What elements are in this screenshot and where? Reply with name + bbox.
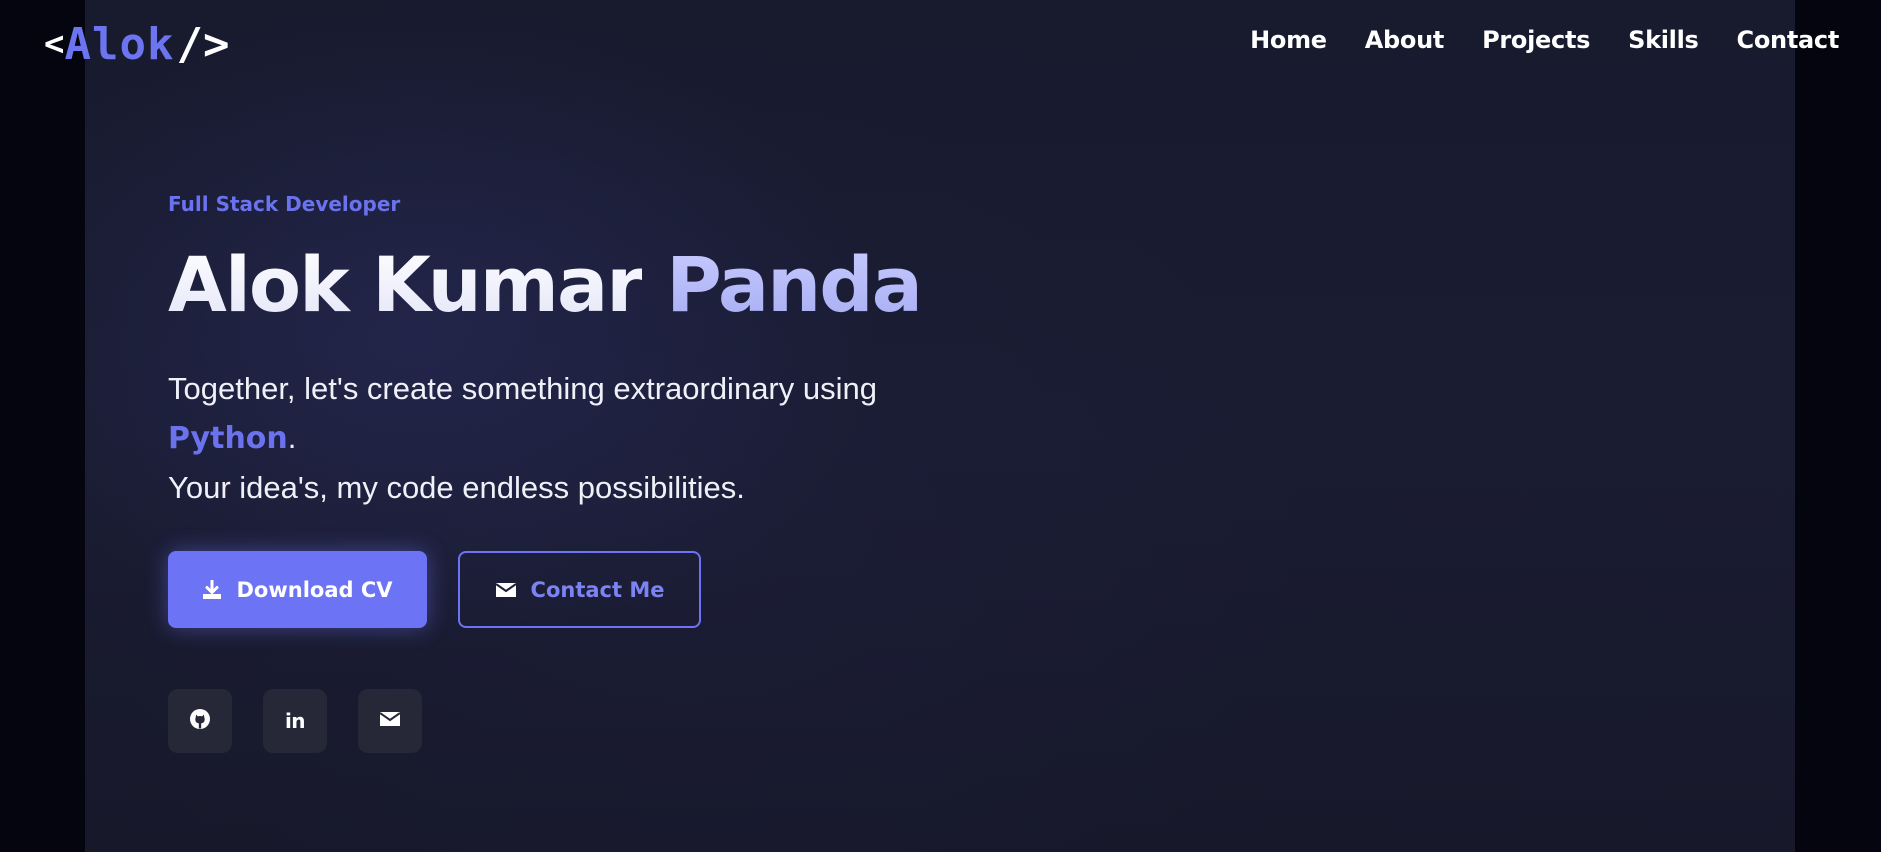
- nav-link-skills[interactable]: Skills: [1628, 26, 1699, 54]
- tagline-line-1: Together, let's create something extraor…: [168, 371, 877, 406]
- download-cv-button[interactable]: Download CV: [168, 551, 427, 628]
- logo-close-bracket: />: [176, 18, 230, 70]
- download-icon: [202, 579, 222, 600]
- contact-me-button[interactable]: Contact Me: [458, 551, 701, 628]
- page: < Alok /> Home About Projects Skills Con…: [0, 0, 1881, 852]
- envelope-icon: [494, 581, 517, 599]
- contact-me-label: Contact Me: [530, 577, 665, 602]
- hero-heading: Alok Kumar Panda: [168, 238, 923, 332]
- download-cv-label: Download CV: [236, 577, 393, 602]
- tagline-line-2: Python.: [168, 413, 877, 463]
- role-subtitle: Full Stack Developer: [168, 192, 401, 216]
- main-nav: Home About Projects Skills Contact: [1250, 26, 1839, 54]
- tagline-line-3: Your idea's, my code endless possibiliti…: [168, 470, 745, 505]
- envelope-icon: [379, 710, 401, 732]
- logo[interactable]: < Alok />: [44, 16, 229, 72]
- hero-last-name: Panda: [666, 240, 923, 329]
- tech-highlight: Python: [168, 421, 288, 456]
- hero-buttons: Download CV Contact Me: [168, 551, 701, 628]
- linkedin-icon: in: [284, 709, 306, 733]
- github-link[interactable]: [168, 689, 232, 753]
- hero-tagline: Together, let's create something extraor…: [168, 364, 877, 512]
- header: < Alok /> Home About Projects Skills Con…: [0, 0, 1881, 90]
- hero-first-name: Alok Kumar: [168, 240, 644, 329]
- nav-link-projects[interactable]: Projects: [1482, 26, 1590, 54]
- github-icon: [189, 708, 211, 734]
- social-links: in: [168, 689, 422, 753]
- nav-link-contact[interactable]: Contact: [1737, 26, 1840, 54]
- logo-name: Alok: [64, 18, 175, 70]
- email-link[interactable]: [358, 689, 422, 753]
- logo-open-bracket: <: [44, 24, 65, 64]
- linkedin-link[interactable]: in: [263, 689, 327, 753]
- nav-link-home[interactable]: Home: [1250, 26, 1327, 54]
- tech-suffix: .: [287, 420, 297, 455]
- nav-link-about[interactable]: About: [1365, 26, 1445, 54]
